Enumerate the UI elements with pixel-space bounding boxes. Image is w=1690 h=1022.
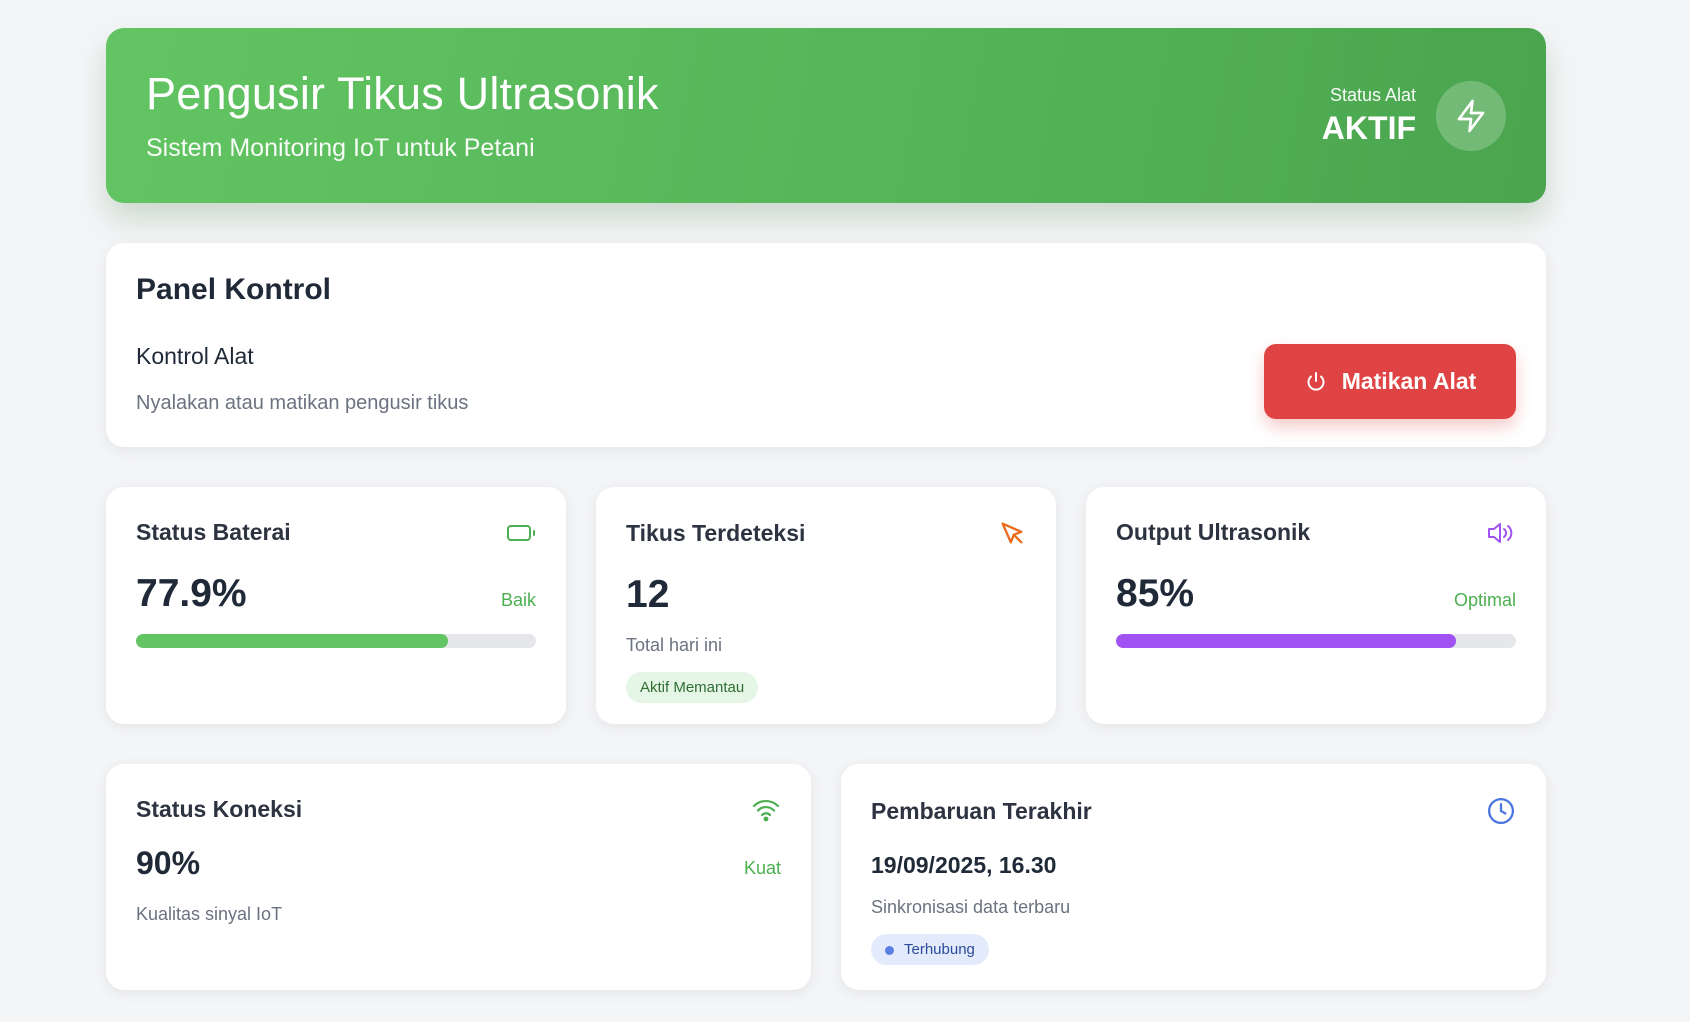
app-title: Pengusir Tikus Ultrasonik: [146, 68, 659, 119]
battery-progress-fill: [136, 634, 448, 648]
status-dot: [885, 945, 894, 955]
last-update-title: Pembaruan Terakhir: [871, 797, 1092, 824]
battery-progress-bar: [136, 634, 536, 648]
bolt-icon: [1436, 80, 1506, 151]
connection-status-tag: Kuat: [743, 858, 781, 878]
ultrasonic-progress-fill: [1116, 634, 1456, 648]
battery-value: 77.9%: [136, 572, 247, 615]
ultrasonic-output-value: 85%: [1116, 572, 1195, 615]
ultrasonic-progress-bar: [1116, 634, 1516, 648]
rats-detected-card: Tikus Terdeteksi 12 Total hari ini Aktif…: [596, 487, 1056, 724]
power-icon: [1304, 370, 1328, 394]
last-update-datetime: 19/09/2025, 16.30: [871, 852, 1057, 878]
header-text: Pengusir Tikus Ultrasonik Sistem Monitor…: [146, 68, 659, 163]
speaker-icon: [1486, 520, 1516, 546]
battery-card: Status Baterai 77.9% Baik: [106, 487, 566, 724]
device-status-text: Status Alat AKTIF: [1322, 85, 1416, 147]
connected-badge-label: Terhubung: [904, 941, 975, 958]
app-subtitle: Sistem Monitoring IoT untuk Petani: [146, 134, 535, 162]
turn-off-device-label: Matikan Alat: [1341, 368, 1477, 394]
turn-off-device-button[interactable]: Matikan Alat: [1264, 344, 1516, 419]
status-row: Status Koneksi 90% Kuat Kualitas sinyal …: [106, 764, 1546, 990]
device-status: Status Alat AKTIF: [1322, 80, 1506, 151]
last-update-subtitle: Sinkronisasi data terbaru: [871, 897, 1071, 917]
ultrasonic-status-tag: Optimal: [1453, 590, 1516, 610]
dashboard: Pengusir Tikus Ultrasonik Sistem Monitor…: [106, 28, 1546, 990]
wifi-icon: [751, 797, 781, 823]
device-status-value: AKTIF: [1321, 109, 1416, 146]
connection-subtitle: Kualitas sinyal IoT: [136, 904, 283, 924]
control-panel: Panel Kontrol Kontrol Alat Nyalakan atau…: [106, 243, 1546, 447]
battery-icon: [506, 522, 536, 544]
monitoring-badge: Aktif Memantau: [626, 672, 759, 703]
rats-detected-count: 12: [626, 573, 670, 616]
battery-title: Status Baterai: [136, 519, 291, 545]
device-status-label: Status Alat: [1329, 84, 1416, 105]
control-panel-title: Panel Kontrol: [136, 273, 332, 306]
battery-status-tag: Baik: [500, 590, 536, 610]
last-update-card: Pembaruan Terakhir 19/09/2025, 16.30 Sin…: [841, 764, 1546, 990]
cursor-icon: [998, 519, 1026, 547]
stats-row: Status Baterai 77.9% Baik Tikus Terdetek…: [106, 487, 1546, 724]
connection-title: Status Koneksi: [136, 796, 303, 822]
ultrasonic-output-card: Output Ultrasonik 85% Optimal: [1086, 487, 1546, 724]
rats-detected-title: Tikus Terdeteksi: [626, 519, 806, 546]
header-banner: Pengusir Tikus Ultrasonik Sistem Monitor…: [106, 28, 1546, 203]
connected-badge: Terhubung: [871, 934, 989, 965]
ultrasonic-output-title: Output Ultrasonik: [1116, 519, 1311, 545]
clock-icon: [1486, 796, 1516, 826]
connection-value: 90%: [136, 845, 201, 881]
rats-detected-subtitle: Total hari ini: [626, 635, 723, 655]
connection-card: Status Koneksi 90% Kuat Kualitas sinyal …: [106, 764, 811, 990]
